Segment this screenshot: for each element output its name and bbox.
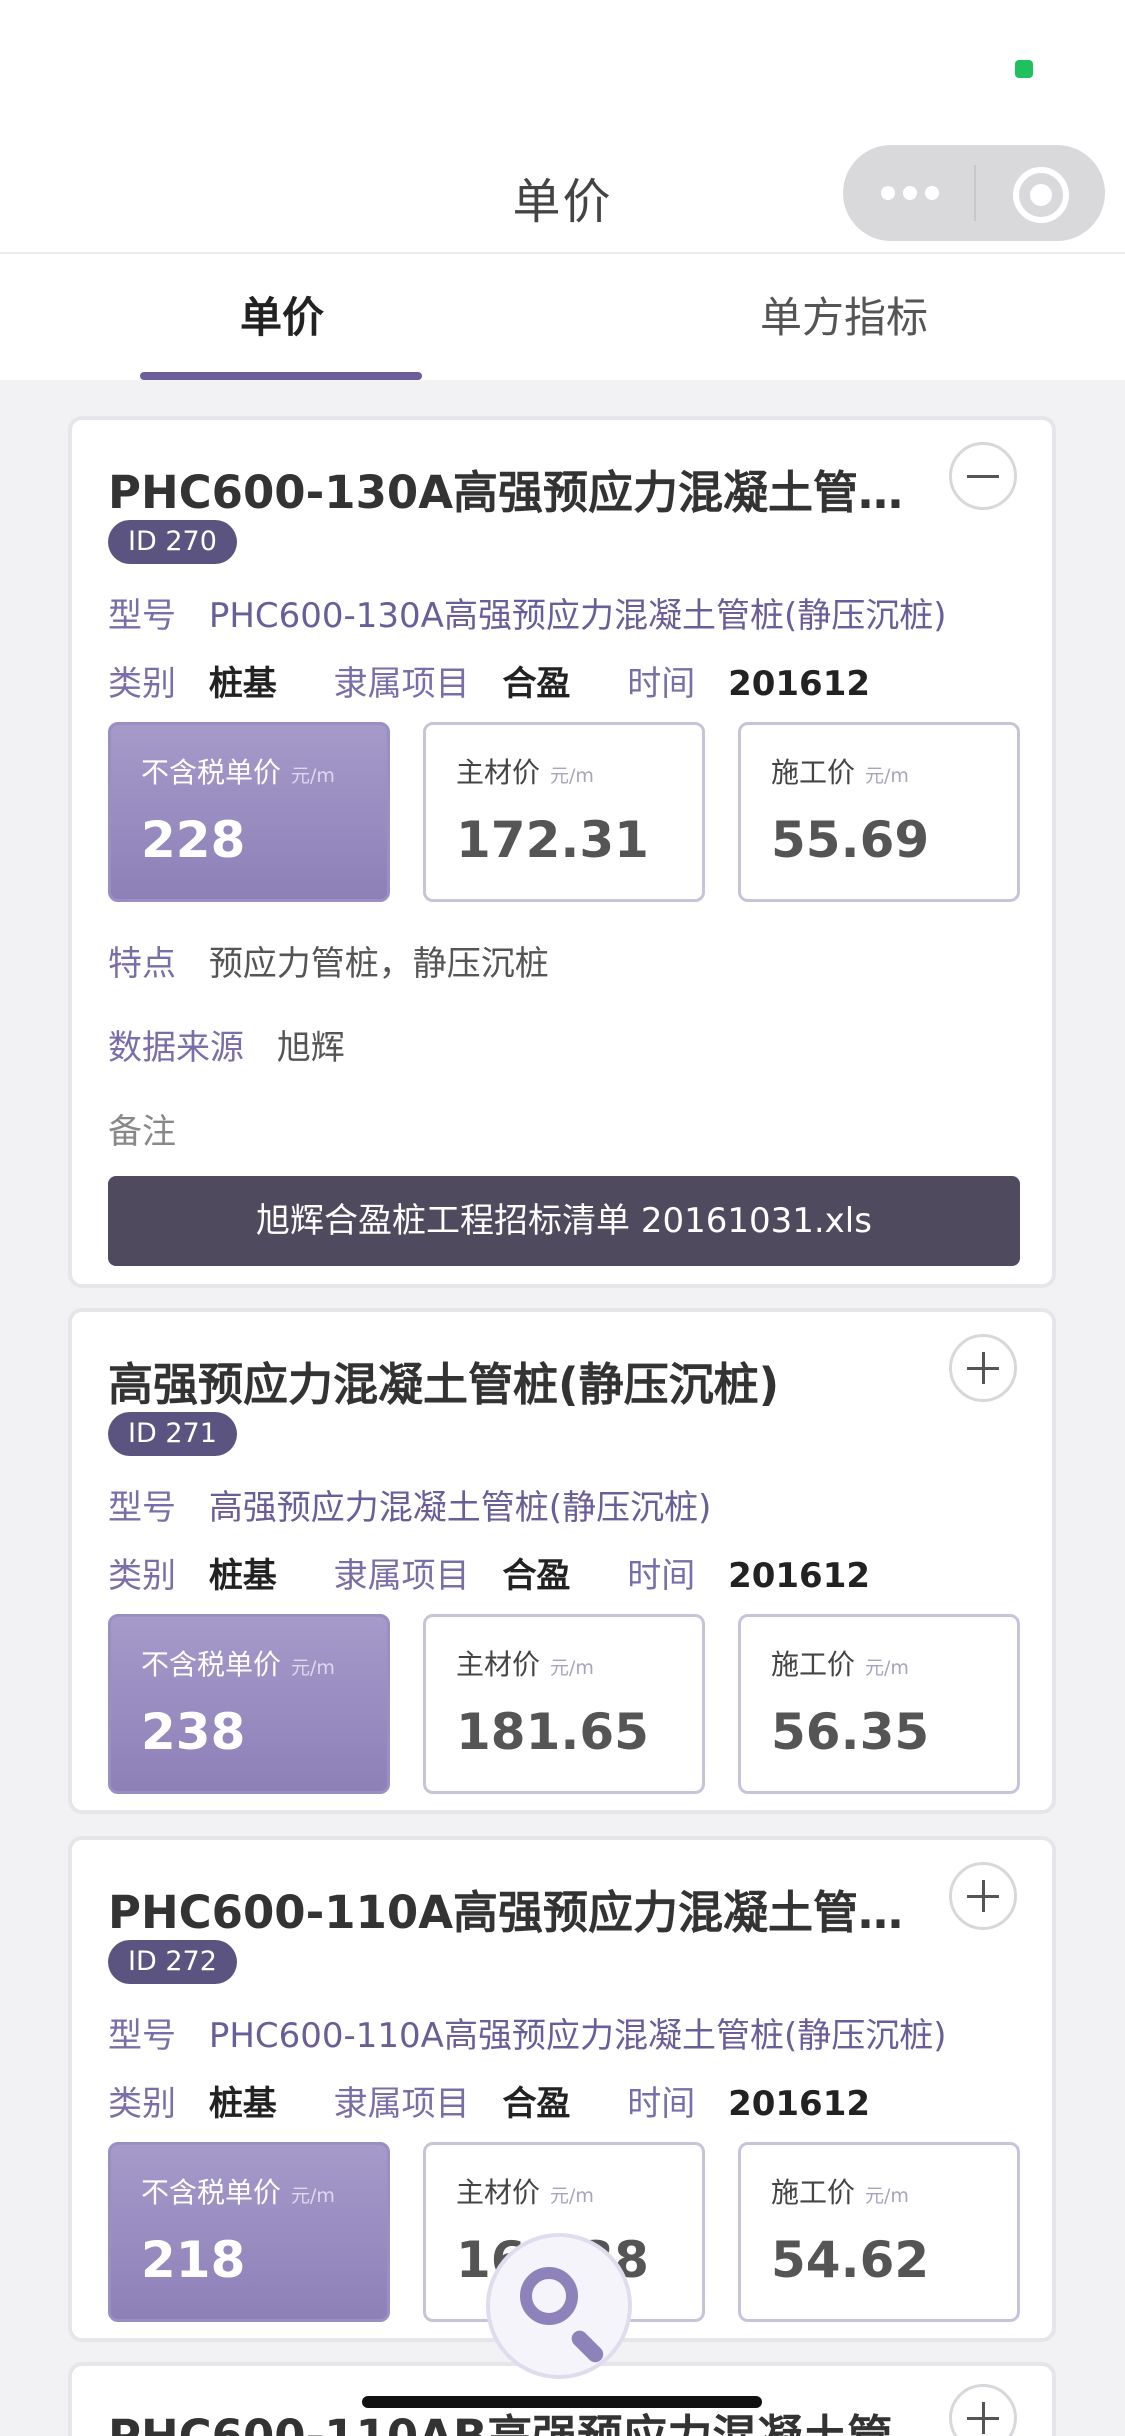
time-label: 时间 xyxy=(627,1556,696,1596)
unit-price-value: 228 xyxy=(141,811,246,869)
project-value: 合盈 xyxy=(502,2084,571,2124)
nav-bar: 单价 xyxy=(0,140,1125,254)
tab-active-indicator xyxy=(140,372,422,380)
source-label: 数据来源 xyxy=(108,1028,244,1068)
id-badge: ID 271 xyxy=(108,1412,237,1456)
unit-price-value: 218 xyxy=(141,2231,246,2289)
plus-circle-icon[interactable] xyxy=(949,2384,1017,2436)
construction-price-box: 施工价 元/m 54.62 xyxy=(738,2142,1020,2322)
tab-bar: 单价 单方指标 xyxy=(0,254,1125,380)
time-value: 201612 xyxy=(728,1556,871,1596)
project-label: 隶属项目 xyxy=(333,664,470,704)
material-price-box: 主材价 元/m 172.31 xyxy=(423,722,705,902)
time-value: 201612 xyxy=(728,664,871,704)
project-label: 隶属项目 xyxy=(333,1556,470,1596)
tab-unit-index[interactable]: 单方指标 xyxy=(760,284,928,345)
search-icon xyxy=(520,2267,578,2325)
plus-circle-icon[interactable] xyxy=(949,1862,1017,1930)
tab-unit-price[interactable]: 单价 xyxy=(240,284,324,345)
plus-circle-icon[interactable] xyxy=(949,1334,1017,1402)
category-label: 类别 xyxy=(108,1556,176,1596)
meta-row: 类别 桩基 隶属项目 合盈 时间 201612 xyxy=(108,2076,870,2125)
target-icon[interactable] xyxy=(1013,167,1069,223)
model-value: 高强预应力混凝土管桩(静压沉桩) xyxy=(208,1488,712,1528)
project-label: 隶属项目 xyxy=(333,2084,470,2124)
category-value: 桩基 xyxy=(208,1556,277,1596)
category-value: 桩基 xyxy=(208,2084,277,2124)
meta-row: 类别 桩基 隶属项目 合盈 时间 201612 xyxy=(108,1548,870,1597)
project-value: 合盈 xyxy=(502,664,571,704)
time-label: 时间 xyxy=(627,2084,696,2124)
meta-row: 类别 桩基 隶属项目 合盈 时间 201612 xyxy=(108,656,870,705)
construction-price-box: 施工价 元/m 56.35 xyxy=(738,1614,1020,1794)
unit-price-value: 238 xyxy=(141,1703,246,1761)
unit-price-box: 不含税单价 元/m 238 xyxy=(108,1614,390,1794)
material-price-label: 主材价 元/m xyxy=(456,756,594,789)
model-label: 型号 xyxy=(108,2016,176,2056)
price-card[interactable]: 高强预应力混凝土管桩(静压沉桩) ID 271 型号 高强预应力混凝土管桩(静压… xyxy=(68,1308,1056,1814)
search-icon-handle xyxy=(568,2327,607,2366)
unit-price-box: 不含税单价 元/m 218 xyxy=(108,2142,390,2322)
construction-price-value: 55.69 xyxy=(771,811,930,869)
material-price-value: 172.31 xyxy=(456,811,649,869)
capsule-divider xyxy=(974,165,976,221)
source-row: 数据来源 旭辉 xyxy=(108,1020,345,1069)
construction-price-value: 56.35 xyxy=(771,1703,930,1761)
material-price-label: 主材价 元/m xyxy=(456,1648,594,1681)
unit-price-label: 不含税单价 元/m xyxy=(141,1648,335,1681)
mini-program-capsule xyxy=(843,145,1105,241)
feature-row: 特点 预应力管桩，静压沉桩 xyxy=(108,936,549,985)
category-label: 类别 xyxy=(108,2084,176,2124)
model-label: 型号 xyxy=(108,1488,176,1528)
feature-value: 预应力管桩，静压沉桩 xyxy=(208,944,549,984)
card-title: 高强预应力混凝土管桩(静压沉桩) xyxy=(108,1358,780,1411)
model-row: 型号 高强预应力混凝土管桩(静压沉桩) xyxy=(108,1480,711,1529)
search-fab-button[interactable] xyxy=(486,2233,632,2379)
id-badge: ID 272 xyxy=(108,1940,237,1984)
model-value: PHC600-130A高强预应力混凝土管桩(静压沉桩) xyxy=(208,596,947,636)
unit-price-label: 不含税单价 元/m xyxy=(141,756,335,789)
model-row: 型号 PHC600-130A高强预应力混凝土管桩(静压沉桩) xyxy=(108,588,946,637)
project-value: 合盈 xyxy=(502,1556,571,1596)
remark-label: 备注 xyxy=(108,1112,176,1152)
material-price-box: 主材价 元/m 181.65 xyxy=(423,1614,705,1794)
time-label: 时间 xyxy=(627,664,696,704)
model-label: 型号 xyxy=(108,596,176,636)
unit-price-box: 不含税单价 元/m 228 xyxy=(108,722,390,902)
card-title: PHC600-110A高强预应力混凝土管桩(静压沉桩) xyxy=(108,1886,938,1939)
time-value: 201612 xyxy=(728,2084,871,2124)
construction-price-box: 施工价 元/m 55.69 xyxy=(738,722,1020,902)
card-title: PHC600-130A高强预应力混凝土管桩(静压沉桩) xyxy=(108,466,938,519)
material-price-value: 181.65 xyxy=(456,1703,649,1761)
more-dots-icon[interactable] xyxy=(881,178,981,208)
construction-price-value: 54.62 xyxy=(771,2231,930,2289)
id-badge: ID 270 xyxy=(108,520,237,564)
feature-label: 特点 xyxy=(108,944,176,984)
construction-price-label: 施工价 元/m xyxy=(771,1648,909,1681)
price-card[interactable]: PHC600-130A高强预应力混凝土管桩(静压沉桩) ID 270 型号 PH… xyxy=(68,416,1056,1288)
minus-circle-icon[interactable] xyxy=(949,442,1017,510)
battery-icon xyxy=(1015,60,1033,78)
attachment-file-button[interactable]: 旭辉合盈桩工程招标清单 20161031.xls xyxy=(108,1176,1020,1266)
category-value: 桩基 xyxy=(208,664,277,704)
unit-price-label: 不含税单价 元/m xyxy=(141,2176,335,2209)
construction-price-label: 施工价 元/m xyxy=(771,2176,909,2209)
model-row: 型号 PHC600-110A高强预应力混凝土管桩(静压沉桩) xyxy=(108,2008,946,2057)
category-label: 类别 xyxy=(108,664,176,704)
construction-price-label: 施工价 元/m xyxy=(771,756,909,789)
model-value: PHC600-110A高强预应力混凝土管桩(静压沉桩) xyxy=(208,2016,947,2056)
status-bar xyxy=(0,0,1125,140)
material-price-label: 主材价 元/m xyxy=(456,2176,594,2209)
home-indicator[interactable] xyxy=(362,2396,762,2408)
source-value: 旭辉 xyxy=(276,1028,345,1068)
